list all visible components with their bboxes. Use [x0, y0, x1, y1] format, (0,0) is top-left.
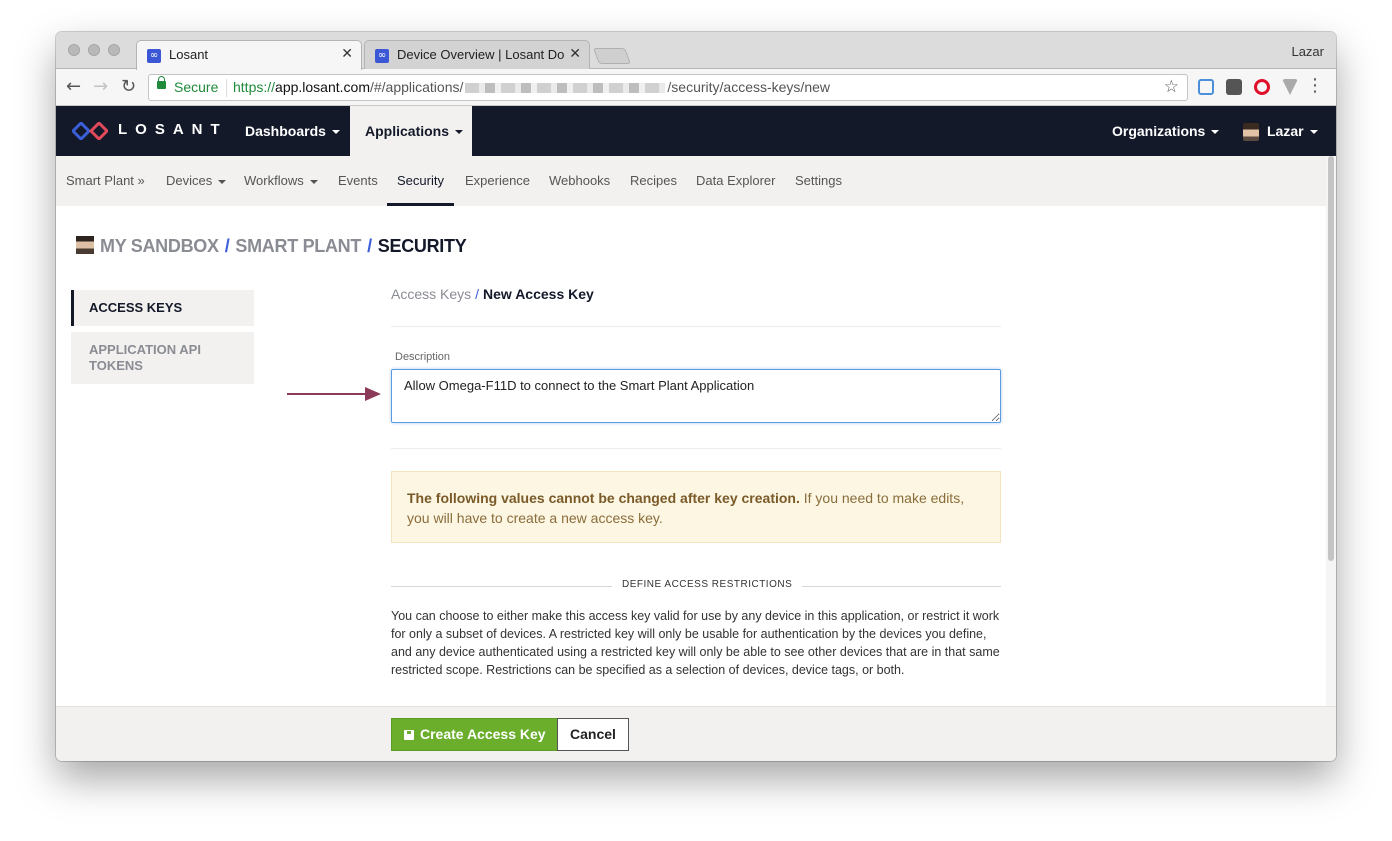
caret-down-icon	[309, 179, 318, 184]
subnav-settings[interactable]: Settings	[795, 156, 842, 206]
sidenav-application-api-tokens[interactable]: APPLICATION API TOKENS	[71, 332, 254, 384]
close-icon[interactable]: ✕	[341, 46, 353, 62]
breadcrumb-sandbox[interactable]: MY SANDBOX	[100, 236, 219, 256]
browser-toolbar: ← → ↻ Secure https://app.losant.com/#/ap…	[56, 69, 1336, 106]
nav-dashboards[interactable]: Dashboards	[230, 106, 355, 156]
forward-arrow-icon[interactable]: →	[93, 77, 108, 97]
losant-icon: ∞	[375, 49, 389, 63]
form-footer: Create Access Key Cancel	[56, 706, 1336, 761]
tab-device-overview[interactable]: ∞ Device Overview | Losant Docu ✕	[364, 40, 590, 70]
access-keys-link[interactable]: Access Keys	[391, 286, 471, 302]
menu-dots-icon[interactable]: ⋮	[1306, 75, 1324, 96]
nav-applications[interactable]: Applications	[350, 106, 472, 156]
caret-down-icon	[218, 179, 227, 184]
reload-icon[interactable]: ↻	[121, 77, 136, 97]
bookmark-star-icon[interactable]: ☆	[1164, 77, 1179, 97]
tab-title: Device Overview | Losant Docu	[397, 47, 565, 62]
address-bar[interactable]: Secure https://app.losant.com/#/applicat…	[148, 74, 1188, 101]
scrollbar-thumb[interactable]	[1328, 156, 1334, 561]
profile-name[interactable]: Lazar	[1291, 44, 1324, 59]
opera-icon[interactable]	[1254, 79, 1270, 95]
redacted-id	[465, 83, 666, 94]
avatar	[1243, 123, 1259, 142]
subnav-experience[interactable]: Experience	[465, 156, 530, 206]
subnav-devices[interactable]: Devices	[166, 156, 227, 206]
create-access-key-button[interactable]: Create Access Key	[391, 718, 559, 751]
section-divider: DEFINE ACCESS RESTRICTIONS	[391, 579, 1001, 593]
main-content: MY SANDBOX / SMART PLANT / SECURITY ACCESS K…	[56, 206, 1326, 706]
nav-user-menu[interactable]: Lazar	[1228, 106, 1333, 156]
subnav-data-explorer[interactable]: Data Explorer	[696, 156, 775, 206]
extension-icon[interactable]	[1198, 79, 1214, 95]
zoom-window-button[interactable]	[108, 44, 120, 56]
annotation-arrow-icon	[287, 387, 381, 401]
subnav-workflows[interactable]: Workflows	[244, 156, 318, 206]
subnav-security[interactable]: Security	[387, 156, 454, 206]
lock-icon	[157, 76, 166, 89]
form-title: New Access Key	[483, 286, 594, 302]
caret-down-icon	[331, 130, 340, 135]
sidenav-access-keys[interactable]: ACCESS KEYS	[71, 290, 254, 326]
close-icon[interactable]: ✕	[569, 46, 581, 62]
warning-alert: The following values cannot be changed a…	[391, 471, 1001, 543]
back-arrow-icon[interactable]: ←	[66, 77, 81, 97]
close-window-button[interactable]	[68, 44, 80, 56]
form-breadcrumb: Access Keys / New Access Key	[391, 286, 594, 302]
losant-icon: ∞	[147, 49, 161, 63]
nav-organizations[interactable]: Organizations	[1097, 106, 1234, 156]
tab-strip: ∞ Losant ✕ ∞ Device Overview | Losant Do…	[56, 32, 1336, 70]
logo-text[interactable]: LOSANT	[118, 121, 228, 138]
description-field[interactable]: Allow Omega-F11D to connect to the Smart…	[391, 369, 1001, 423]
browser-window: ∞ Losant ✕ ∞ Device Overview | Losant Do…	[56, 32, 1336, 761]
new-tab-button[interactable]	[593, 48, 631, 64]
breadcrumb-app[interactable]: SMART PLANT	[235, 236, 361, 256]
subnav-recipes[interactable]: Recipes	[630, 156, 677, 206]
breadcrumb: MY SANDBOX / SMART PLANT / SECURITY	[76, 236, 467, 257]
minimize-window-button[interactable]	[88, 44, 100, 56]
subnav-smart-plant[interactable]: Smart Plant »	[66, 156, 145, 206]
pocket-icon[interactable]	[1226, 79, 1242, 95]
sandbox-avatar	[76, 236, 94, 254]
url-text[interactable]: https://app.losant.com/#/applications//s…	[233, 79, 830, 95]
tab-losant[interactable]: ∞ Losant ✕	[136, 40, 362, 70]
caret-down-icon	[1211, 130, 1220, 135]
caret-down-icon	[1309, 130, 1318, 135]
breadcrumb-current: SECURITY	[377, 236, 467, 256]
subnav-events[interactable]: Events	[338, 156, 378, 206]
cancel-button[interactable]: Cancel	[557, 718, 629, 751]
save-icon	[404, 730, 414, 740]
new-access-key-form: Access Keys / New Access Key Description A…	[391, 286, 1001, 679]
losant-logo-icon[interactable]	[72, 122, 108, 140]
secure-label: Secure	[174, 79, 219, 95]
section-description: You can choose to either make this acces…	[391, 609, 1000, 677]
description-label: Description	[395, 351, 451, 363]
app-subnav: Smart Plant » Devices Workflows Events S…	[56, 156, 1326, 206]
section-title: DEFINE ACCESS RESTRICTIONS	[612, 579, 803, 590]
app-header: LOSANT Dashboards Applications Organizat…	[56, 106, 1336, 156]
vivaldi-icon[interactable]	[1282, 79, 1298, 95]
caret-down-icon	[455, 130, 464, 135]
tab-title: Losant	[169, 47, 209, 62]
security-sidenav: ACCESS KEYS APPLICATION API TOKENS	[71, 290, 254, 390]
subnav-webhooks[interactable]: Webhooks	[549, 156, 610, 206]
